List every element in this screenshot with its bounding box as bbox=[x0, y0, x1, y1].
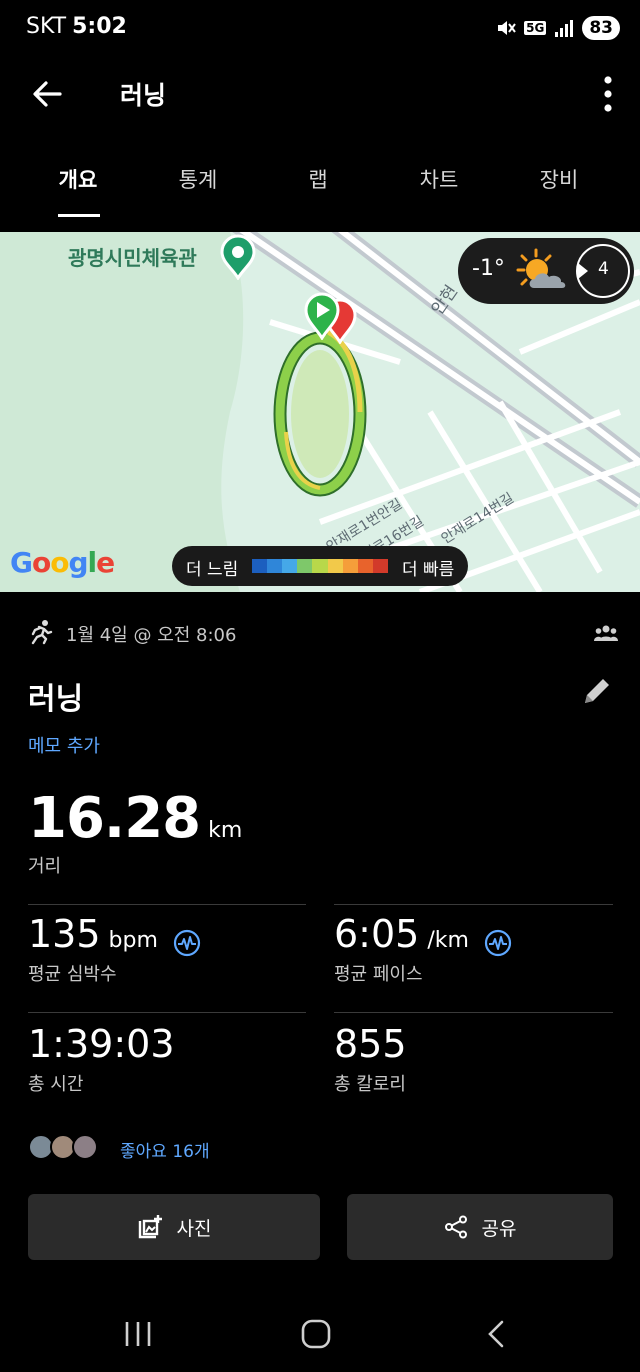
network-5g-icon: 5G bbox=[524, 21, 547, 35]
add-photo-label: 사진 bbox=[176, 1217, 212, 1240]
duration-stat: 1:39:03 bbox=[28, 1022, 175, 1066]
tab-charts[interactable]: 차트 bbox=[389, 164, 489, 194]
heart-rate-stat[interactable]: 135 bpm bbox=[28, 912, 201, 957]
running-icon bbox=[31, 620, 53, 645]
location-pin-icon[interactable] bbox=[218, 234, 258, 280]
clock: 5:02 bbox=[72, 14, 127, 39]
speed-color-scale bbox=[252, 559, 388, 573]
distance-number: 16.28 bbox=[28, 786, 201, 851]
speed-fast-label: 더 빠름 bbox=[402, 560, 455, 580]
wind-direction-icon bbox=[578, 263, 588, 279]
pace-stat[interactable]: 6:05/km bbox=[334, 912, 512, 957]
poi-label: 광명시민체육관 bbox=[68, 246, 197, 270]
activity-title: 러닝 bbox=[28, 682, 84, 717]
home-icon[interactable] bbox=[296, 1314, 336, 1354]
tab-bar: 개요 통계 랩 차트 장비 bbox=[0, 150, 640, 222]
share-icon bbox=[444, 1215, 467, 1239]
speed-color-segment bbox=[282, 559, 298, 573]
speed-color-segment bbox=[297, 559, 313, 573]
distance-value: 16.28 km bbox=[28, 786, 242, 851]
speed-color-segment bbox=[372, 559, 388, 573]
speed-color-segment bbox=[252, 559, 268, 573]
calories-value: 855 bbox=[334, 1022, 407, 1066]
divider bbox=[28, 1012, 306, 1013]
divider bbox=[28, 904, 306, 905]
calories-label: 총 칼로리 bbox=[334, 1074, 406, 1095]
wind-indicator: 4 bbox=[576, 244, 630, 298]
distance-label: 거리 bbox=[28, 856, 62, 877]
weather-widget: -1° 4 bbox=[458, 238, 634, 304]
edit-pencil-icon[interactable] bbox=[580, 674, 614, 708]
mute-icon bbox=[498, 21, 516, 35]
pulse-chart-icon[interactable] bbox=[173, 929, 201, 957]
active-tab-indicator bbox=[58, 214, 100, 217]
pace-unit: /km bbox=[427, 928, 469, 953]
activity-meta: 1월 4일 @ 오전 8:06 bbox=[28, 618, 618, 648]
start-pin-icon bbox=[304, 292, 340, 340]
add-photo-icon bbox=[138, 1215, 162, 1239]
tab-stats[interactable]: 통계 bbox=[148, 164, 248, 194]
carrier: SKT bbox=[26, 14, 67, 39]
speed-color-segment bbox=[267, 559, 283, 573]
wind-speed: 4 bbox=[598, 259, 609, 279]
back-arrow-icon[interactable] bbox=[26, 72, 70, 116]
tab-equipment[interactable]: 장비 bbox=[509, 164, 609, 194]
system-nav-bar bbox=[0, 1296, 640, 1372]
add-photo-button[interactable]: 사진 bbox=[28, 1194, 320, 1260]
heart-rate-value: 135 bbox=[28, 912, 101, 956]
tab-overview[interactable]: 개요 bbox=[28, 164, 128, 194]
status-bar: SKT 5:02 5G 83 bbox=[0, 0, 640, 56]
divider bbox=[334, 1012, 613, 1013]
likes-count[interactable]: 좋아요 16개 bbox=[120, 1137, 210, 1162]
heart-rate-label: 평균 심박수 bbox=[28, 964, 117, 985]
divider bbox=[334, 904, 613, 905]
speed-color-segment bbox=[357, 559, 373, 573]
signal-icon bbox=[555, 20, 574, 37]
more-options-icon[interactable] bbox=[598, 72, 618, 116]
heart-rate-unit: bpm bbox=[108, 928, 158, 953]
share-button[interactable]: 공유 bbox=[347, 1194, 613, 1260]
pace-value: 6:05 bbox=[334, 912, 420, 956]
google-logo: Google bbox=[10, 546, 115, 579]
calories-stat: 855 bbox=[334, 1022, 407, 1066]
activity-datetime: 1월 4일 @ 오전 8:06 bbox=[66, 625, 237, 646]
pace-chart-icon[interactable] bbox=[484, 929, 512, 957]
speed-legend: 더 느림 더 빠름 bbox=[172, 546, 468, 586]
tab-laps[interactable]: 랩 bbox=[268, 164, 368, 194]
app-bar: 러닝 bbox=[0, 56, 640, 130]
duration-value: 1:39:03 bbox=[28, 1022, 175, 1066]
avatar bbox=[72, 1134, 98, 1160]
weather-temperature: -1° bbox=[472, 256, 505, 281]
speed-slow-label: 더 느림 bbox=[186, 560, 239, 580]
speed-color-segment bbox=[312, 559, 328, 573]
recent-apps-icon[interactable] bbox=[118, 1314, 158, 1354]
back-icon[interactable] bbox=[476, 1314, 516, 1354]
battery-indicator: 83 bbox=[582, 16, 620, 40]
pace-label: 평균 페이스 bbox=[334, 964, 423, 985]
speed-color-segment bbox=[342, 559, 358, 573]
distance-unit: km bbox=[208, 818, 243, 843]
route-map[interactable]: 안재로1번안길 안재로16번길 안재로14번길 안현 광명시민체육관 -1° 4… bbox=[0, 232, 640, 592]
partly-cloudy-icon bbox=[516, 248, 566, 288]
share-label: 공유 bbox=[481, 1217, 517, 1240]
speed-color-segment bbox=[327, 559, 343, 573]
duration-label: 총 시간 bbox=[28, 1074, 84, 1095]
group-icon[interactable] bbox=[594, 624, 618, 642]
page-title: 러닝 bbox=[120, 81, 167, 110]
add-memo-link[interactable]: 메모 추가 bbox=[28, 732, 100, 758]
